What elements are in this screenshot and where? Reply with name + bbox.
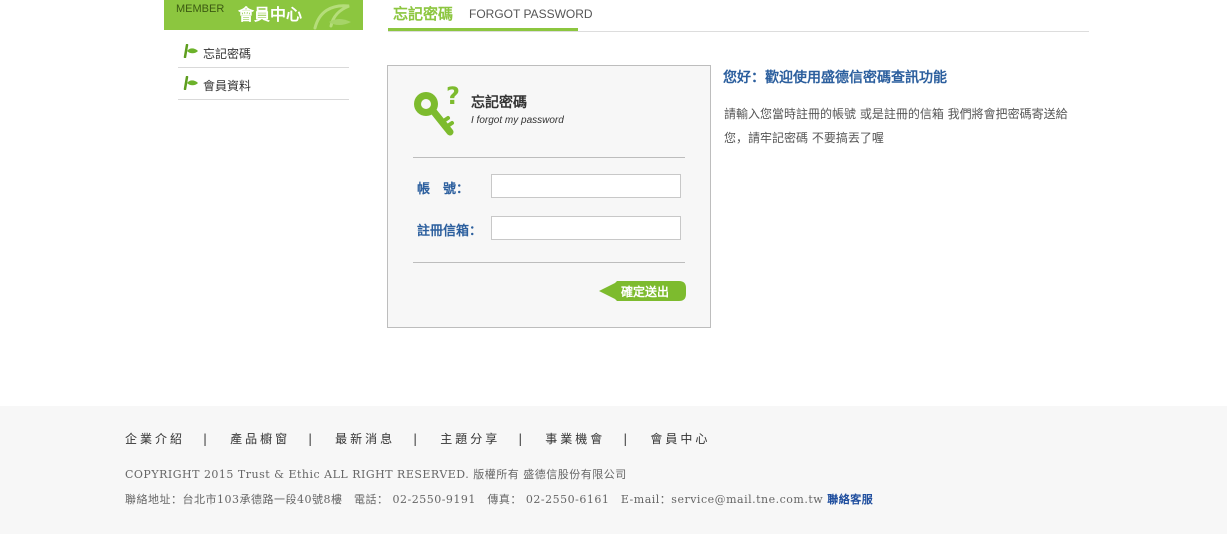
footer-separator: | — [413, 432, 421, 446]
form-divider-bottom — [413, 262, 685, 263]
contact-info: 聯絡地址：台北市103承德路一段40號8樓 電話： 02-2550-9191 傳… — [125, 491, 873, 507]
footer-nav: 企業介紹 | 產品櫥窗 | 最新消息 | 主題分享 | 事業機會 | 會員中心 — [125, 430, 710, 447]
footer-separator: | — [308, 432, 316, 446]
title-divider — [388, 31, 1089, 32]
footer-link-products[interactable]: 產品櫥窗 — [230, 430, 290, 447]
footer-separator: | — [203, 432, 211, 446]
form-title: 忘記密碼 — [471, 95, 527, 111]
sidebar-item-forgot-password[interactable]: 忘記密碼 — [178, 36, 349, 68]
member-center-header: MEMBER 會員中心 — [164, 0, 363, 30]
svg-text:?: ? — [446, 82, 460, 110]
sidebar-item-label: 會員資料 — [203, 79, 252, 93]
submit-button[interactable]: 確定送出 — [599, 280, 687, 302]
email-label: 註冊信箱： — [417, 224, 483, 239]
sidebar-item-member-info[interactable]: 會員資料 — [178, 68, 349, 100]
footer-link-news[interactable]: 最新消息 — [335, 430, 395, 447]
footer-link-member[interactable]: 會員中心 — [650, 430, 710, 447]
member-header-en: MEMBER — [176, 3, 225, 15]
customer-service-link[interactable]: 聯絡客服 — [827, 493, 873, 506]
submit-button-label: 確定送出 — [621, 285, 670, 299]
page-title-en: FORGOT PASSWORD — [469, 7, 593, 21]
leaf-arrow-icon — [183, 44, 198, 58]
form-divider-top — [413, 157, 685, 158]
footer-link-opportunity[interactable]: 事業機會 — [545, 430, 605, 447]
leaf-arrow-icon — [183, 76, 198, 90]
title-underline — [388, 28, 578, 31]
footer-link-about[interactable]: 企業介紹 — [125, 430, 185, 447]
copyright-text: COPYRIGHT 2015 Trust & Ethic ALL RIGHT R… — [125, 468, 627, 481]
account-label: 帳 號： — [417, 182, 470, 197]
email-input[interactable] — [491, 216, 681, 240]
sidebar-item-label: 忘記密碼 — [203, 47, 252, 61]
footer-link-topics[interactable]: 主題分享 — [440, 430, 500, 447]
footer-separator: | — [623, 432, 631, 446]
page-title: 忘記密碼 — [393, 5, 454, 23]
intro-title: 您好：歡迎使用盛德信密碼查訊功能 — [723, 70, 947, 86]
member-header-zh: 會員中心 — [238, 5, 303, 24]
footer-separator: | — [518, 432, 526, 446]
intro-text: 請輸入您當時註冊的帳號 或是註冊的信箱 我們將會把密碼寄送給您，請牢記密碼 不要… — [724, 107, 1068, 145]
form-subtitle: I forgot my password — [471, 115, 564, 126]
contact-text: 聯絡地址：台北市103承德路一段40號8樓 電話： 02-2550-9191 傳… — [125, 493, 828, 506]
key-question-icon: ? — [414, 82, 460, 136]
leaf-swirl-icon — [313, 4, 351, 30]
account-input[interactable] — [491, 174, 681, 198]
